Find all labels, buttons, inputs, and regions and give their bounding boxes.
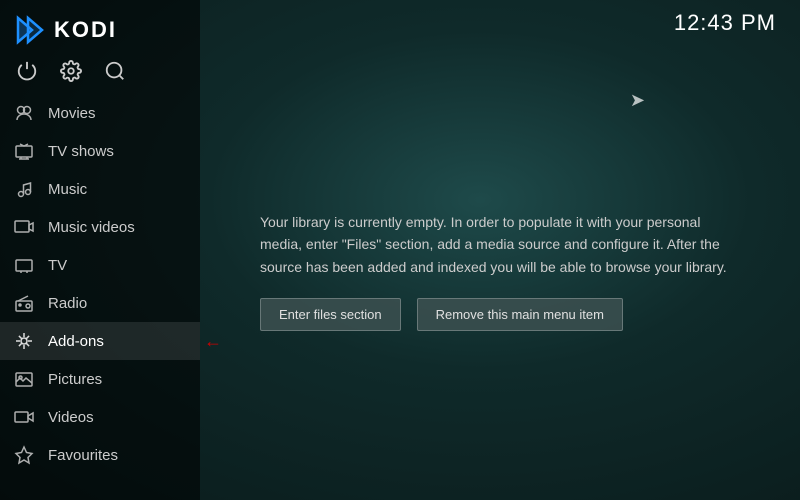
- top-bar: 12:43 PM: [200, 0, 800, 42]
- videos-label: Videos: [48, 409, 94, 426]
- musicvideos-icon: [14, 217, 34, 237]
- favourites-icon: [14, 445, 34, 465]
- sidebar: KODI: [0, 0, 200, 500]
- library-empty-card: Your library is currently empty. In orde…: [260, 211, 740, 331]
- power-button[interactable]: [16, 60, 38, 82]
- kodi-logo: KODI: [0, 0, 200, 56]
- settings-button[interactable]: [60, 60, 82, 82]
- music-icon: [14, 179, 34, 199]
- sidebar-item-movies[interactable]: Movies: [0, 94, 200, 132]
- pictures-label: Pictures: [48, 371, 102, 388]
- sidebar-item-tv[interactable]: TV: [0, 246, 200, 284]
- center-area: Your library is currently empty. In orde…: [200, 42, 800, 500]
- search-button[interactable]: [104, 60, 126, 82]
- enter-files-button[interactable]: Enter files section: [260, 298, 401, 331]
- sidebar-item-videos[interactable]: Videos: [0, 398, 200, 436]
- favourites-label: Favourites: [48, 447, 118, 464]
- tv-icon: [14, 255, 34, 275]
- red-arrow-indicator: ←: [204, 332, 222, 350]
- sidebar-item-tvshows[interactable]: TV shows: [0, 132, 200, 170]
- radio-label: Radio: [48, 295, 87, 312]
- music-label: Music: [48, 181, 87, 198]
- videos-icon: [14, 407, 34, 427]
- movies-label: Movies: [48, 105, 96, 122]
- tvshows-label: TV shows: [48, 143, 114, 160]
- movies-icon: [14, 103, 34, 123]
- radio-icon: [14, 293, 34, 313]
- clock: 12:43 PM: [674, 10, 776, 36]
- kodi-logo-icon: [14, 14, 46, 46]
- tv-label: TV: [48, 257, 67, 274]
- musicvideos-label: Music videos: [48, 219, 135, 236]
- sidebar-item-pictures[interactable]: Pictures: [0, 360, 200, 398]
- pictures-icon: [14, 369, 34, 389]
- sidebar-item-radio[interactable]: Radio: [0, 284, 200, 322]
- button-row: Enter files section Remove this main men…: [260, 298, 740, 331]
- sidebar-item-music[interactable]: Music: [0, 170, 200, 208]
- sidebar-item-musicvideos[interactable]: Music videos: [0, 208, 200, 246]
- library-message: Your library is currently empty. In orde…: [260, 211, 740, 278]
- main-content: 12:43 PM Your library is currently empty…: [200, 0, 800, 500]
- remove-menu-item-button[interactable]: Remove this main menu item: [417, 298, 623, 331]
- addons-label: Add-ons: [48, 333, 104, 350]
- sidebar-item-favourites[interactable]: Favourites: [0, 436, 200, 474]
- app-title: KODI: [54, 17, 117, 43]
- addons-icon: [14, 331, 34, 351]
- tvshows-icon: [14, 141, 34, 161]
- nav-items: Movies TV shows Music: [0, 94, 200, 500]
- icon-toolbar: [0, 56, 200, 94]
- sidebar-item-addons[interactable]: Add-ons ←: [0, 322, 200, 360]
